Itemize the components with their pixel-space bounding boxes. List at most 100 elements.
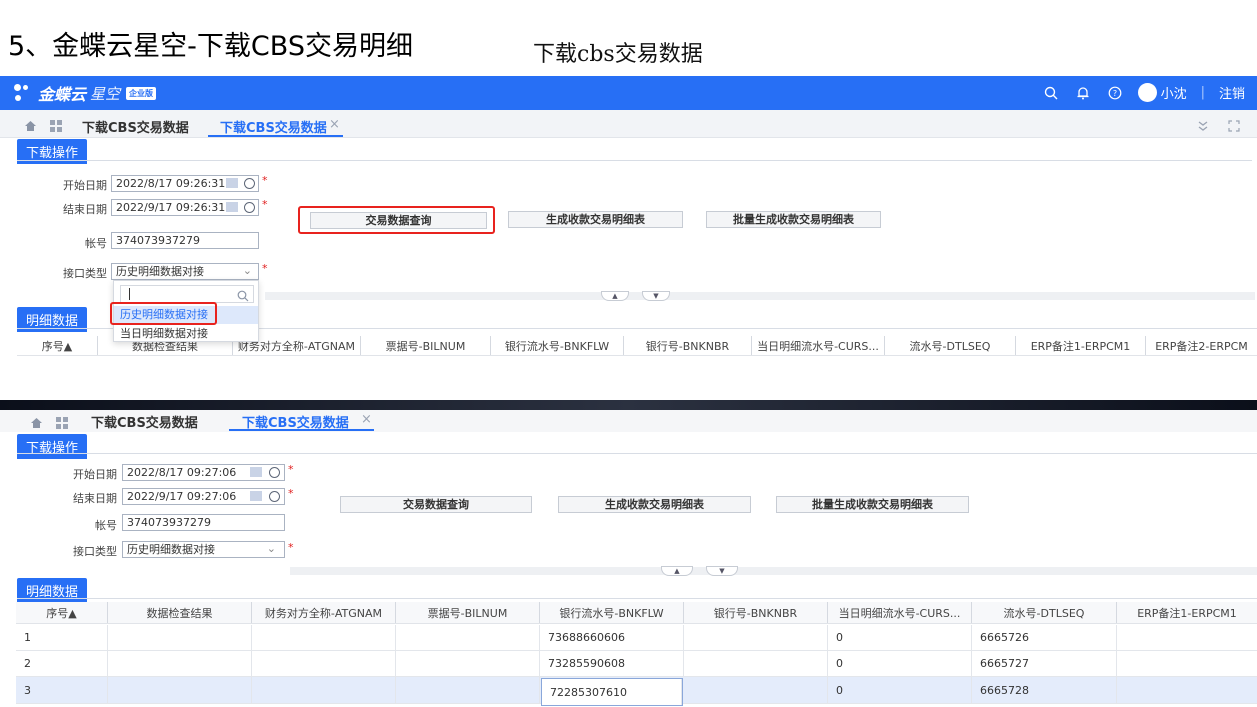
column-header[interactable]: 流水号-DTLSEQ	[972, 602, 1117, 623]
dropdown-option[interactable]: 当日明细数据对接	[114, 325, 258, 343]
column-header[interactable]: ERP备注1-ERPCM1	[1016, 336, 1146, 355]
expand-down-icon[interactable]: ▼	[706, 566, 738, 576]
tab-download-cbs[interactable]: 下载CBS交易数据	[82, 117, 189, 136]
end-date-field[interactable]: 2022/9/17 09:27:06	[122, 488, 285, 505]
cell-erpcm1	[1117, 651, 1257, 676]
cell-bnkflw-focused[interactable]: 72285307610	[541, 678, 683, 706]
home-icon[interactable]	[24, 117, 37, 136]
bell-icon[interactable]	[1074, 84, 1092, 102]
column-header[interactable]: ERP备注1-ERPCM1	[1117, 602, 1257, 623]
collapse-up-icon[interactable]: ▲	[601, 291, 629, 301]
end-date-field[interactable]: 2022/9/17 09:26:31	[111, 199, 259, 216]
query-transactions-button[interactable]: 交易数据查询	[340, 496, 532, 513]
column-header[interactable]: 流水号-DTLSEQ	[885, 336, 1016, 355]
interface-type-label: 接口类型	[63, 267, 107, 280]
user-menu[interactable]: 小沈	[1137, 83, 1187, 102]
account-label: 帐号	[85, 237, 107, 250]
brand-subname: 星空	[90, 84, 121, 103]
logout-link[interactable]: 注销	[1219, 83, 1245, 102]
cell-atgnam	[252, 651, 396, 676]
expand-down-icon[interactable]: ▼	[642, 291, 670, 301]
app-header: 金蝶云 星空 企业版 ? 小沈 | 注销	[0, 76, 1257, 110]
app-logo: 金蝶云 星空 企业版	[12, 81, 157, 105]
column-header[interactable]: 银行号-BNKNBR	[684, 602, 828, 623]
chevron-down-icon[interactable]: ⌄	[267, 542, 276, 556]
generate-receipt-detail-button[interactable]: 生成收款交易明细表	[508, 211, 683, 228]
start-date-label: 开始日期	[63, 179, 107, 192]
generate-receipt-detail-button[interactable]: 生成收款交易明细表	[558, 496, 751, 513]
required-mark: *	[288, 487, 294, 500]
interface-type-value: 历史明细数据对接	[116, 265, 204, 278]
batch-generate-receipt-detail-button[interactable]: 批量生成收款交易明细表	[706, 211, 881, 228]
edition-badge: 企业版	[126, 86, 157, 100]
column-header[interactable]: 银行号-BNKNBR	[624, 336, 752, 355]
calendar-icon[interactable]	[250, 467, 262, 477]
column-header[interactable]: 银行流水号-BNKFLW	[540, 602, 684, 623]
required-mark: *	[288, 541, 294, 554]
calendar-icon[interactable]	[250, 491, 262, 501]
column-header[interactable]: 财务对方全称-ATGNAM	[252, 602, 396, 623]
tab-close-icon[interactable]: ×	[329, 117, 340, 132]
end-date-label: 结束日期	[73, 492, 117, 505]
search-icon[interactable]	[237, 287, 249, 306]
fullscreen-icon[interactable]	[1228, 117, 1240, 136]
slide-title: 5、金蝶云星空-下载CBS交易明细	[8, 31, 413, 62]
chevron-down-icon[interactable]: ⌄	[243, 264, 252, 278]
section-divider	[17, 160, 1252, 161]
column-header[interactable]: 票据号-BILNUM	[396, 602, 540, 623]
column-header[interactable]: 序号▲	[17, 336, 98, 355]
interface-type-select[interactable]: 历史明细数据对接 ⌄	[122, 541, 285, 558]
required-mark: *	[262, 174, 268, 187]
column-header[interactable]: 票据号-BILNUM	[361, 336, 491, 355]
collapse-icon[interactable]	[1197, 117, 1209, 136]
table-row-selected[interactable]: 3 72285307610 0 6665728	[16, 677, 1257, 706]
calendar-icon[interactable]	[226, 202, 238, 212]
cell-seq: 3	[16, 677, 108, 703]
calendar-icon[interactable]	[226, 178, 238, 188]
dropdown-search-input[interactable]	[120, 285, 254, 303]
tab-close-icon[interactable]: ×	[361, 412, 372, 427]
column-header[interactable]: ERP备注2-ERPCM	[1146, 336, 1257, 355]
help-icon[interactable]: ?	[1106, 84, 1124, 102]
cell-bnkflw: 73688660606	[540, 625, 684, 650]
avatar	[1137, 83, 1157, 102]
table-row[interactable]: 2 73285590608 0 6665727	[16, 651, 1257, 677]
cell-bilnum	[396, 677, 540, 703]
start-date-value: 2022/8/17 09:26:31	[116, 177, 226, 190]
screenshot-panel-2: 下载CBS交易数据 下载CBS交易数据 × 下载操作 开始日期 2022/8/1…	[0, 410, 1257, 707]
column-header[interactable]: 当日明细流水号-CURS...	[828, 602, 972, 623]
tab-download-cbs[interactable]: 下载CBS交易数据	[91, 412, 198, 431]
apps-grid-icon[interactable]	[50, 117, 62, 136]
slide-subtitle: 下载cbs交易数据	[533, 42, 703, 67]
clock-icon[interactable]	[244, 202, 255, 213]
account-field[interactable]: 374073937279	[122, 514, 285, 531]
collapse-up-icon[interactable]: ▲	[661, 566, 693, 576]
column-header[interactable]: 数据检查结果	[108, 602, 252, 623]
svg-text:?: ?	[1112, 89, 1116, 98]
column-header[interactable]: 序号▲	[16, 602, 108, 623]
start-date-field[interactable]: 2022/8/17 09:27:06	[122, 464, 285, 481]
start-date-label: 开始日期	[73, 468, 117, 481]
logo-icon	[12, 82, 34, 104]
column-header[interactable]: 当日明细流水号-CURS...	[752, 336, 885, 355]
apps-grid-icon[interactable]	[56, 414, 68, 433]
panel-splitter	[265, 292, 1255, 300]
clock-icon[interactable]	[269, 491, 280, 502]
interface-type-select[interactable]: 历史明细数据对接 ⌄	[111, 263, 259, 280]
batch-generate-receipt-detail-button[interactable]: 批量生成收款交易明细表	[776, 496, 969, 513]
start-date-field[interactable]: 2022/8/17 09:26:31	[111, 175, 259, 192]
section-divider	[17, 598, 1257, 599]
tab-download-cbs-active[interactable]: 下载CBS交易数据	[220, 117, 327, 136]
user-name: 小沈	[1160, 87, 1187, 102]
account-field[interactable]: 374073937279	[111, 232, 259, 249]
column-header[interactable]: 银行流水号-BNKFLW	[491, 336, 624, 355]
table-row[interactable]: 1 73688660606 0 6665726	[16, 625, 1257, 651]
home-icon[interactable]	[30, 414, 43, 433]
search-icon[interactable]	[1042, 84, 1060, 102]
cell-atgnam	[252, 677, 396, 703]
cell-seq: 1	[16, 625, 108, 650]
active-tab-indicator	[208, 135, 343, 137]
clock-icon[interactable]	[244, 178, 255, 189]
clock-icon[interactable]	[269, 467, 280, 478]
text-cursor	[129, 288, 130, 300]
